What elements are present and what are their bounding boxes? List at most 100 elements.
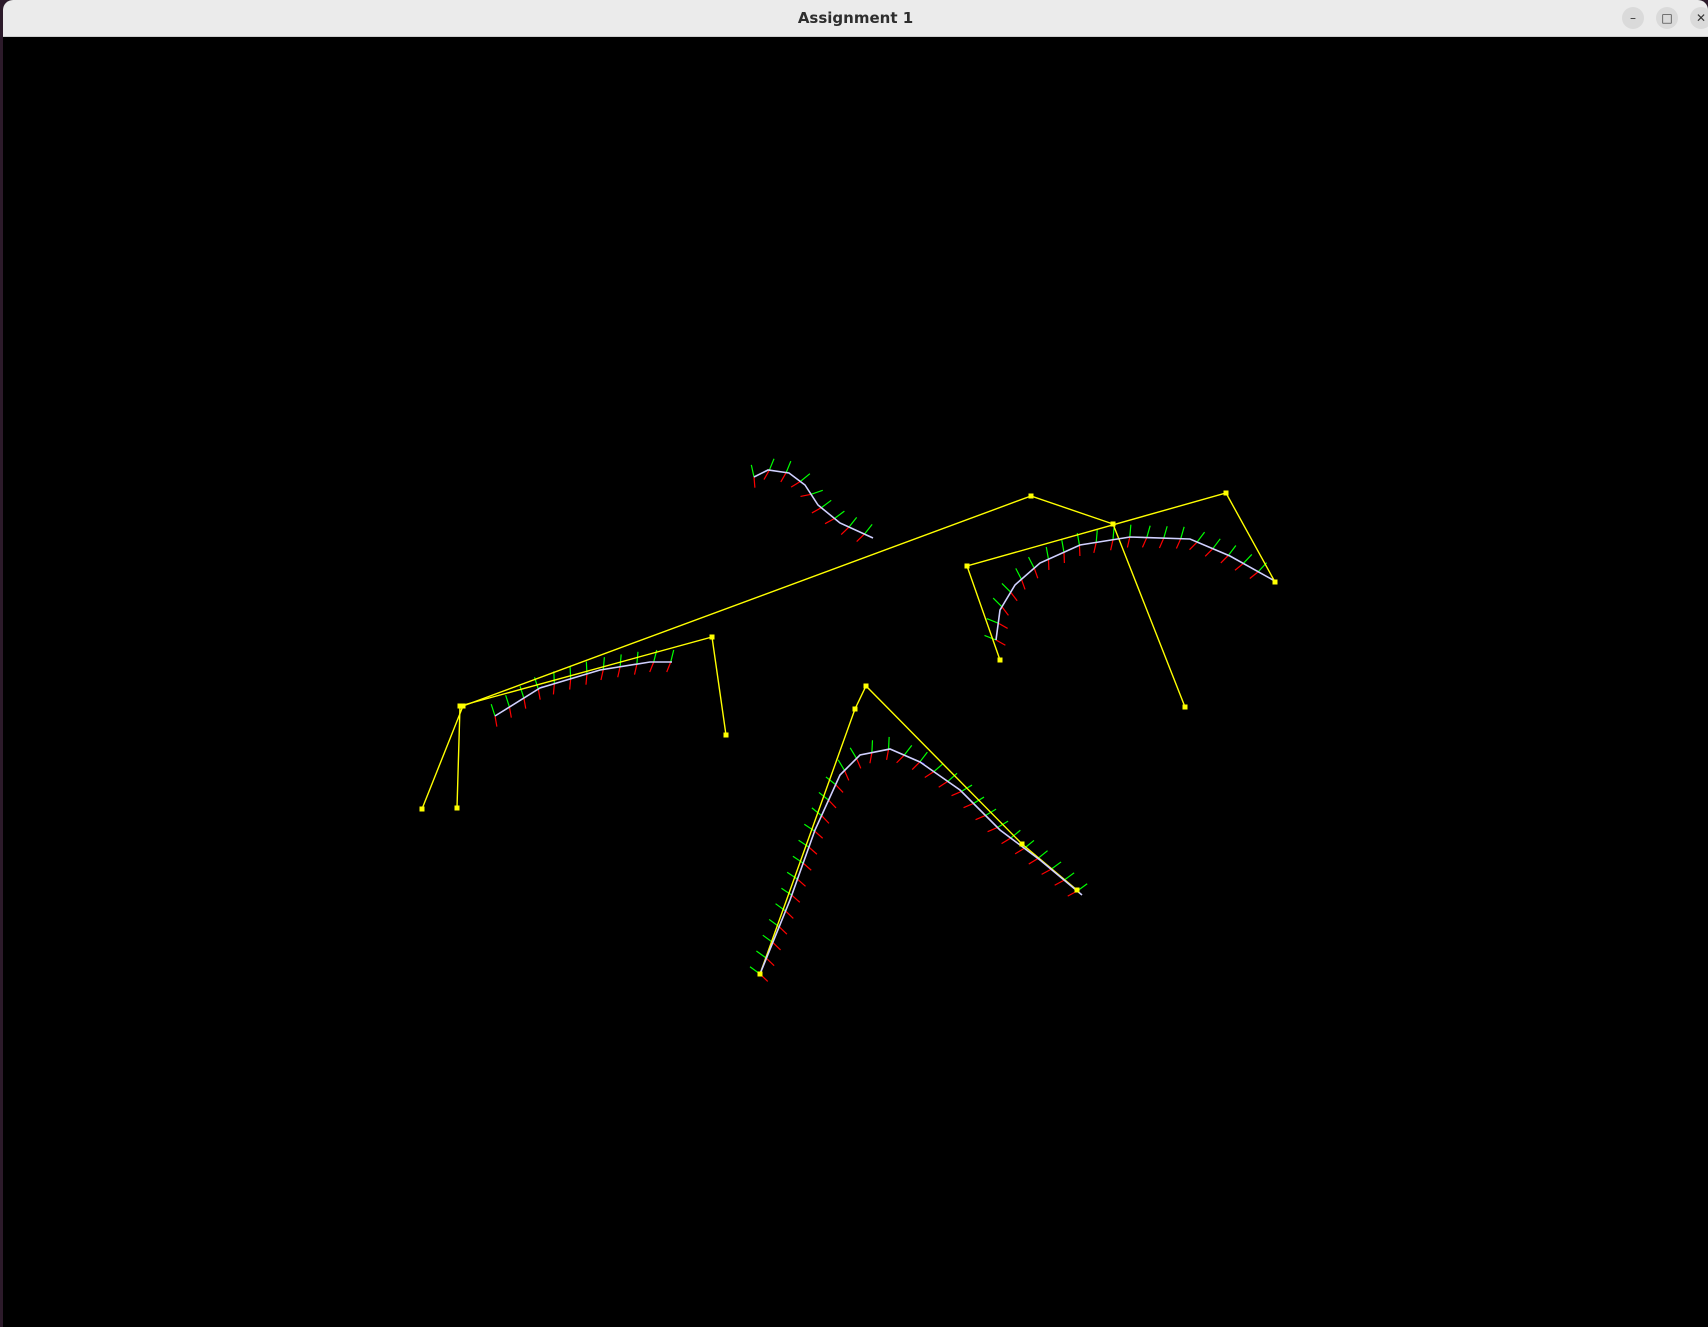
normal-tick	[508, 706, 512, 718]
tangent-tick	[820, 499, 832, 509]
normal-tick	[600, 669, 604, 681]
normal-tick	[1126, 536, 1131, 548]
normal-tick	[814, 830, 824, 839]
normal-tick	[808, 846, 818, 855]
tangent-tick	[810, 489, 823, 495]
normal-tick	[1001, 837, 1012, 845]
minimize-icon: –	[1630, 11, 1636, 25]
normal-tick	[938, 780, 949, 788]
control-point[interactable]	[863, 683, 869, 689]
normal-tick	[975, 814, 986, 821]
normal-tick	[790, 480, 801, 488]
tangent-tick	[602, 657, 605, 670]
control-point[interactable]	[709, 634, 715, 640]
control-point[interactable]	[1028, 493, 1034, 499]
control-point[interactable]	[1110, 521, 1116, 527]
normal-tick	[772, 942, 781, 951]
control-point[interactable]	[723, 732, 729, 738]
normal-tick	[494, 715, 498, 727]
normal-tick	[800, 493, 812, 498]
tangent-tick	[863, 524, 873, 535]
normal-tick	[821, 815, 830, 824]
tangent-tick	[1163, 526, 1168, 539]
control-point[interactable]	[1272, 579, 1278, 585]
normal-tick	[995, 639, 1006, 646]
control-point[interactable]	[419, 806, 425, 812]
normal-tick	[951, 790, 962, 797]
normal-tick	[785, 910, 794, 919]
normal-tick	[963, 802, 974, 809]
control-point[interactable]	[457, 703, 463, 709]
window-title: Assignment 1	[797, 9, 914, 27]
tangent-tick	[919, 751, 928, 763]
normal-tick	[1158, 537, 1165, 549]
normal-tick	[1249, 571, 1259, 579]
tangent-tick	[799, 473, 811, 482]
close-button[interactable]: ✕	[1690, 7, 1708, 29]
tangent-tick	[1227, 545, 1237, 556]
normal-tick	[924, 771, 935, 779]
normal-tick	[778, 926, 788, 935]
tangent-tick	[986, 618, 999, 624]
control-point[interactable]	[1182, 704, 1188, 710]
normal-tick	[802, 862, 812, 871]
tangent-tick	[1129, 524, 1132, 538]
control-point[interactable]	[454, 805, 460, 811]
normal-tick	[1189, 541, 1198, 551]
normal-tick	[1093, 542, 1097, 554]
tangent-tick	[1045, 546, 1050, 560]
control-point[interactable]	[1074, 887, 1080, 893]
tangent-tick	[871, 740, 874, 753]
normal-tick	[997, 622, 1008, 629]
normal-tick	[753, 476, 756, 488]
normal-tick	[911, 761, 921, 770]
normal-tick	[856, 533, 865, 542]
control-point[interactable]	[1223, 490, 1229, 496]
normal-tick	[537, 688, 541, 700]
tangent-tick	[1112, 527, 1115, 540]
tangent-tick	[903, 744, 913, 756]
tangent-tick	[1037, 850, 1048, 859]
control-point[interactable]	[852, 706, 858, 712]
minimize-button[interactable]: –	[1622, 7, 1644, 29]
normal-tick	[869, 752, 873, 764]
tangent-tick	[834, 510, 845, 519]
normal-tick	[843, 770, 850, 781]
tangent-tick	[553, 671, 555, 684]
normal-tick	[1175, 538, 1182, 549]
normal-tick	[1041, 868, 1052, 875]
tangent-tick	[1050, 861, 1062, 870]
normal-tick	[1033, 567, 1039, 579]
normal-tick	[1110, 539, 1114, 551]
tangent-tick	[1001, 583, 1012, 593]
opengl-canvas[interactable]	[3, 37, 1708, 1327]
tangent-tick	[933, 763, 944, 773]
normal-tick	[855, 758, 862, 769]
tangent-tick	[1212, 538, 1221, 550]
normal-tick	[1014, 847, 1025, 855]
normal-tick	[765, 957, 775, 967]
normal-tick	[886, 749, 890, 760]
normal-tick	[797, 878, 806, 887]
tangent-tick	[505, 695, 511, 708]
normal-tick	[896, 754, 905, 764]
title-bar[interactable]: Assignment 1 – □ ✕	[3, 0, 1708, 37]
control-polygon	[421, 495, 1186, 810]
tangent-tick	[837, 759, 846, 771]
normal-tick	[523, 697, 527, 709]
normal-tick	[1010, 591, 1018, 602]
bezier-curves	[494, 469, 1274, 975]
control-point[interactable]	[1019, 841, 1025, 847]
normal-tick	[1220, 554, 1229, 564]
control-polygons	[421, 492, 1276, 975]
tangent-tick	[750, 464, 755, 478]
tangent-tick	[984, 634, 997, 641]
control-point[interactable]	[964, 563, 970, 569]
tangent-tick	[1027, 556, 1035, 569]
tangent-tick	[1015, 568, 1022, 580]
maximize-button[interactable]: □	[1656, 7, 1678, 29]
control-point[interactable]	[757, 971, 763, 977]
control-point[interactable]	[997, 657, 1003, 663]
maximize-icon: □	[1661, 11, 1673, 25]
control-polygon	[456, 636, 727, 809]
